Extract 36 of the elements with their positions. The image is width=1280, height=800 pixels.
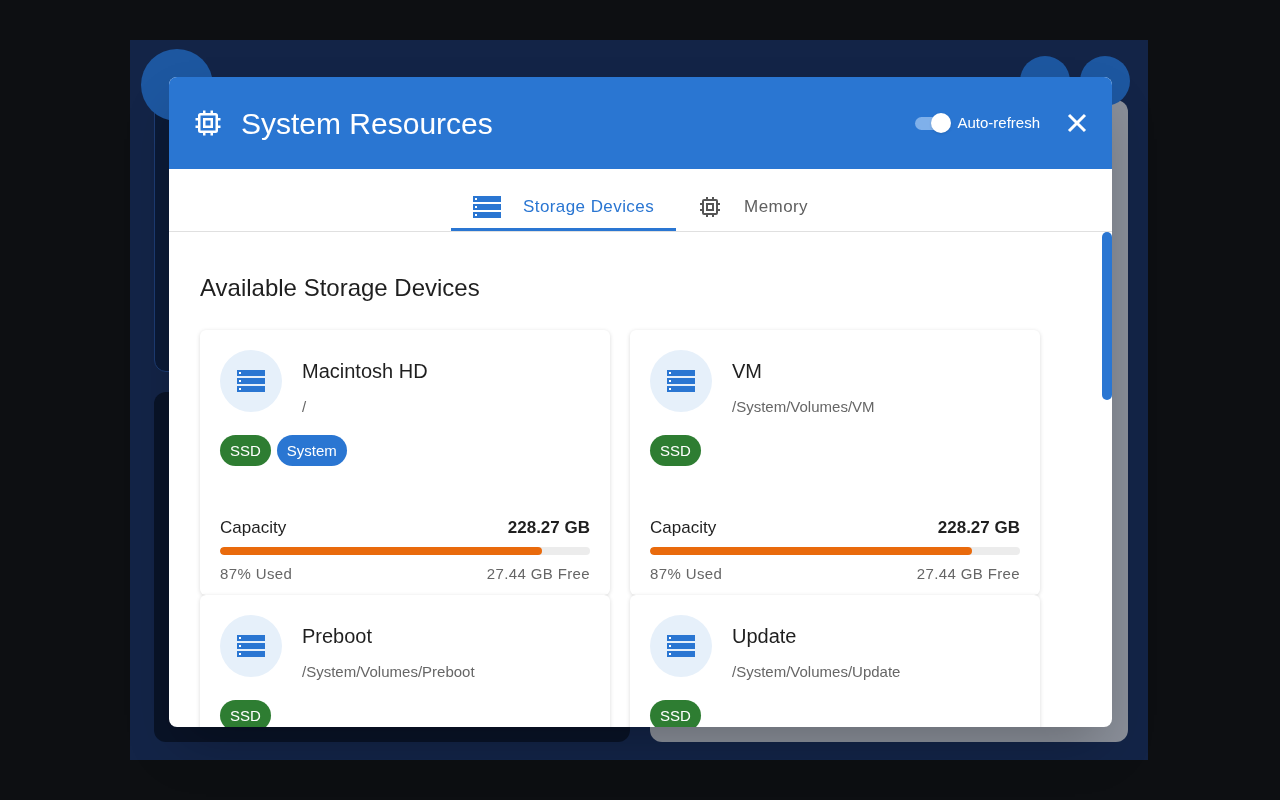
tag: SSD xyxy=(220,699,271,727)
storage-icon xyxy=(472,195,501,218)
free-text: 27.44 GB Free xyxy=(486,563,590,584)
tag: SSD xyxy=(650,434,701,466)
used-text: 87% Used xyxy=(650,563,723,584)
storage-icon xyxy=(237,635,265,657)
device-path: /System/Volumes/Preboot xyxy=(302,662,475,682)
capacity-value: 228.27 GB xyxy=(937,517,1020,539)
device-path: /System/Volumes/Update xyxy=(732,662,901,682)
tag: System xyxy=(276,434,347,466)
device-path: / xyxy=(302,397,308,417)
tag: SSD xyxy=(650,699,701,727)
section-title: Available Storage Devices xyxy=(199,273,481,303)
chip-icon xyxy=(698,194,723,219)
close-icon[interactable] xyxy=(1066,112,1088,134)
chip-icon xyxy=(193,108,223,138)
device-name: Macintosh HD xyxy=(302,359,428,384)
device-name: Preboot xyxy=(302,624,374,649)
used-text: 87% Used xyxy=(220,563,293,584)
capacity-label: Capacity xyxy=(220,517,287,539)
free-text: 27.44 GB Free xyxy=(916,563,1020,584)
auto-refresh-toggle[interactable] xyxy=(913,112,952,134)
storage-icon xyxy=(667,370,695,392)
device-name: VM xyxy=(732,359,763,384)
tab[interactable]: Storage Devices xyxy=(450,185,677,231)
tag: SSD xyxy=(220,434,271,466)
device-path: /System/Volumes/VM xyxy=(732,397,875,417)
device-name: Update xyxy=(732,624,798,649)
tab[interactable]: Memory xyxy=(676,185,831,231)
capacity-label: Capacity xyxy=(650,517,717,539)
capacity-value: 228.27 GB xyxy=(507,517,590,539)
dialog-title: System Resources xyxy=(241,105,493,142)
scrollbar-thumb[interactable] xyxy=(1102,232,1112,400)
auto-refresh-label: Auto-refresh xyxy=(957,112,1040,133)
storage-icon xyxy=(667,635,695,657)
storage-icon xyxy=(237,370,265,392)
